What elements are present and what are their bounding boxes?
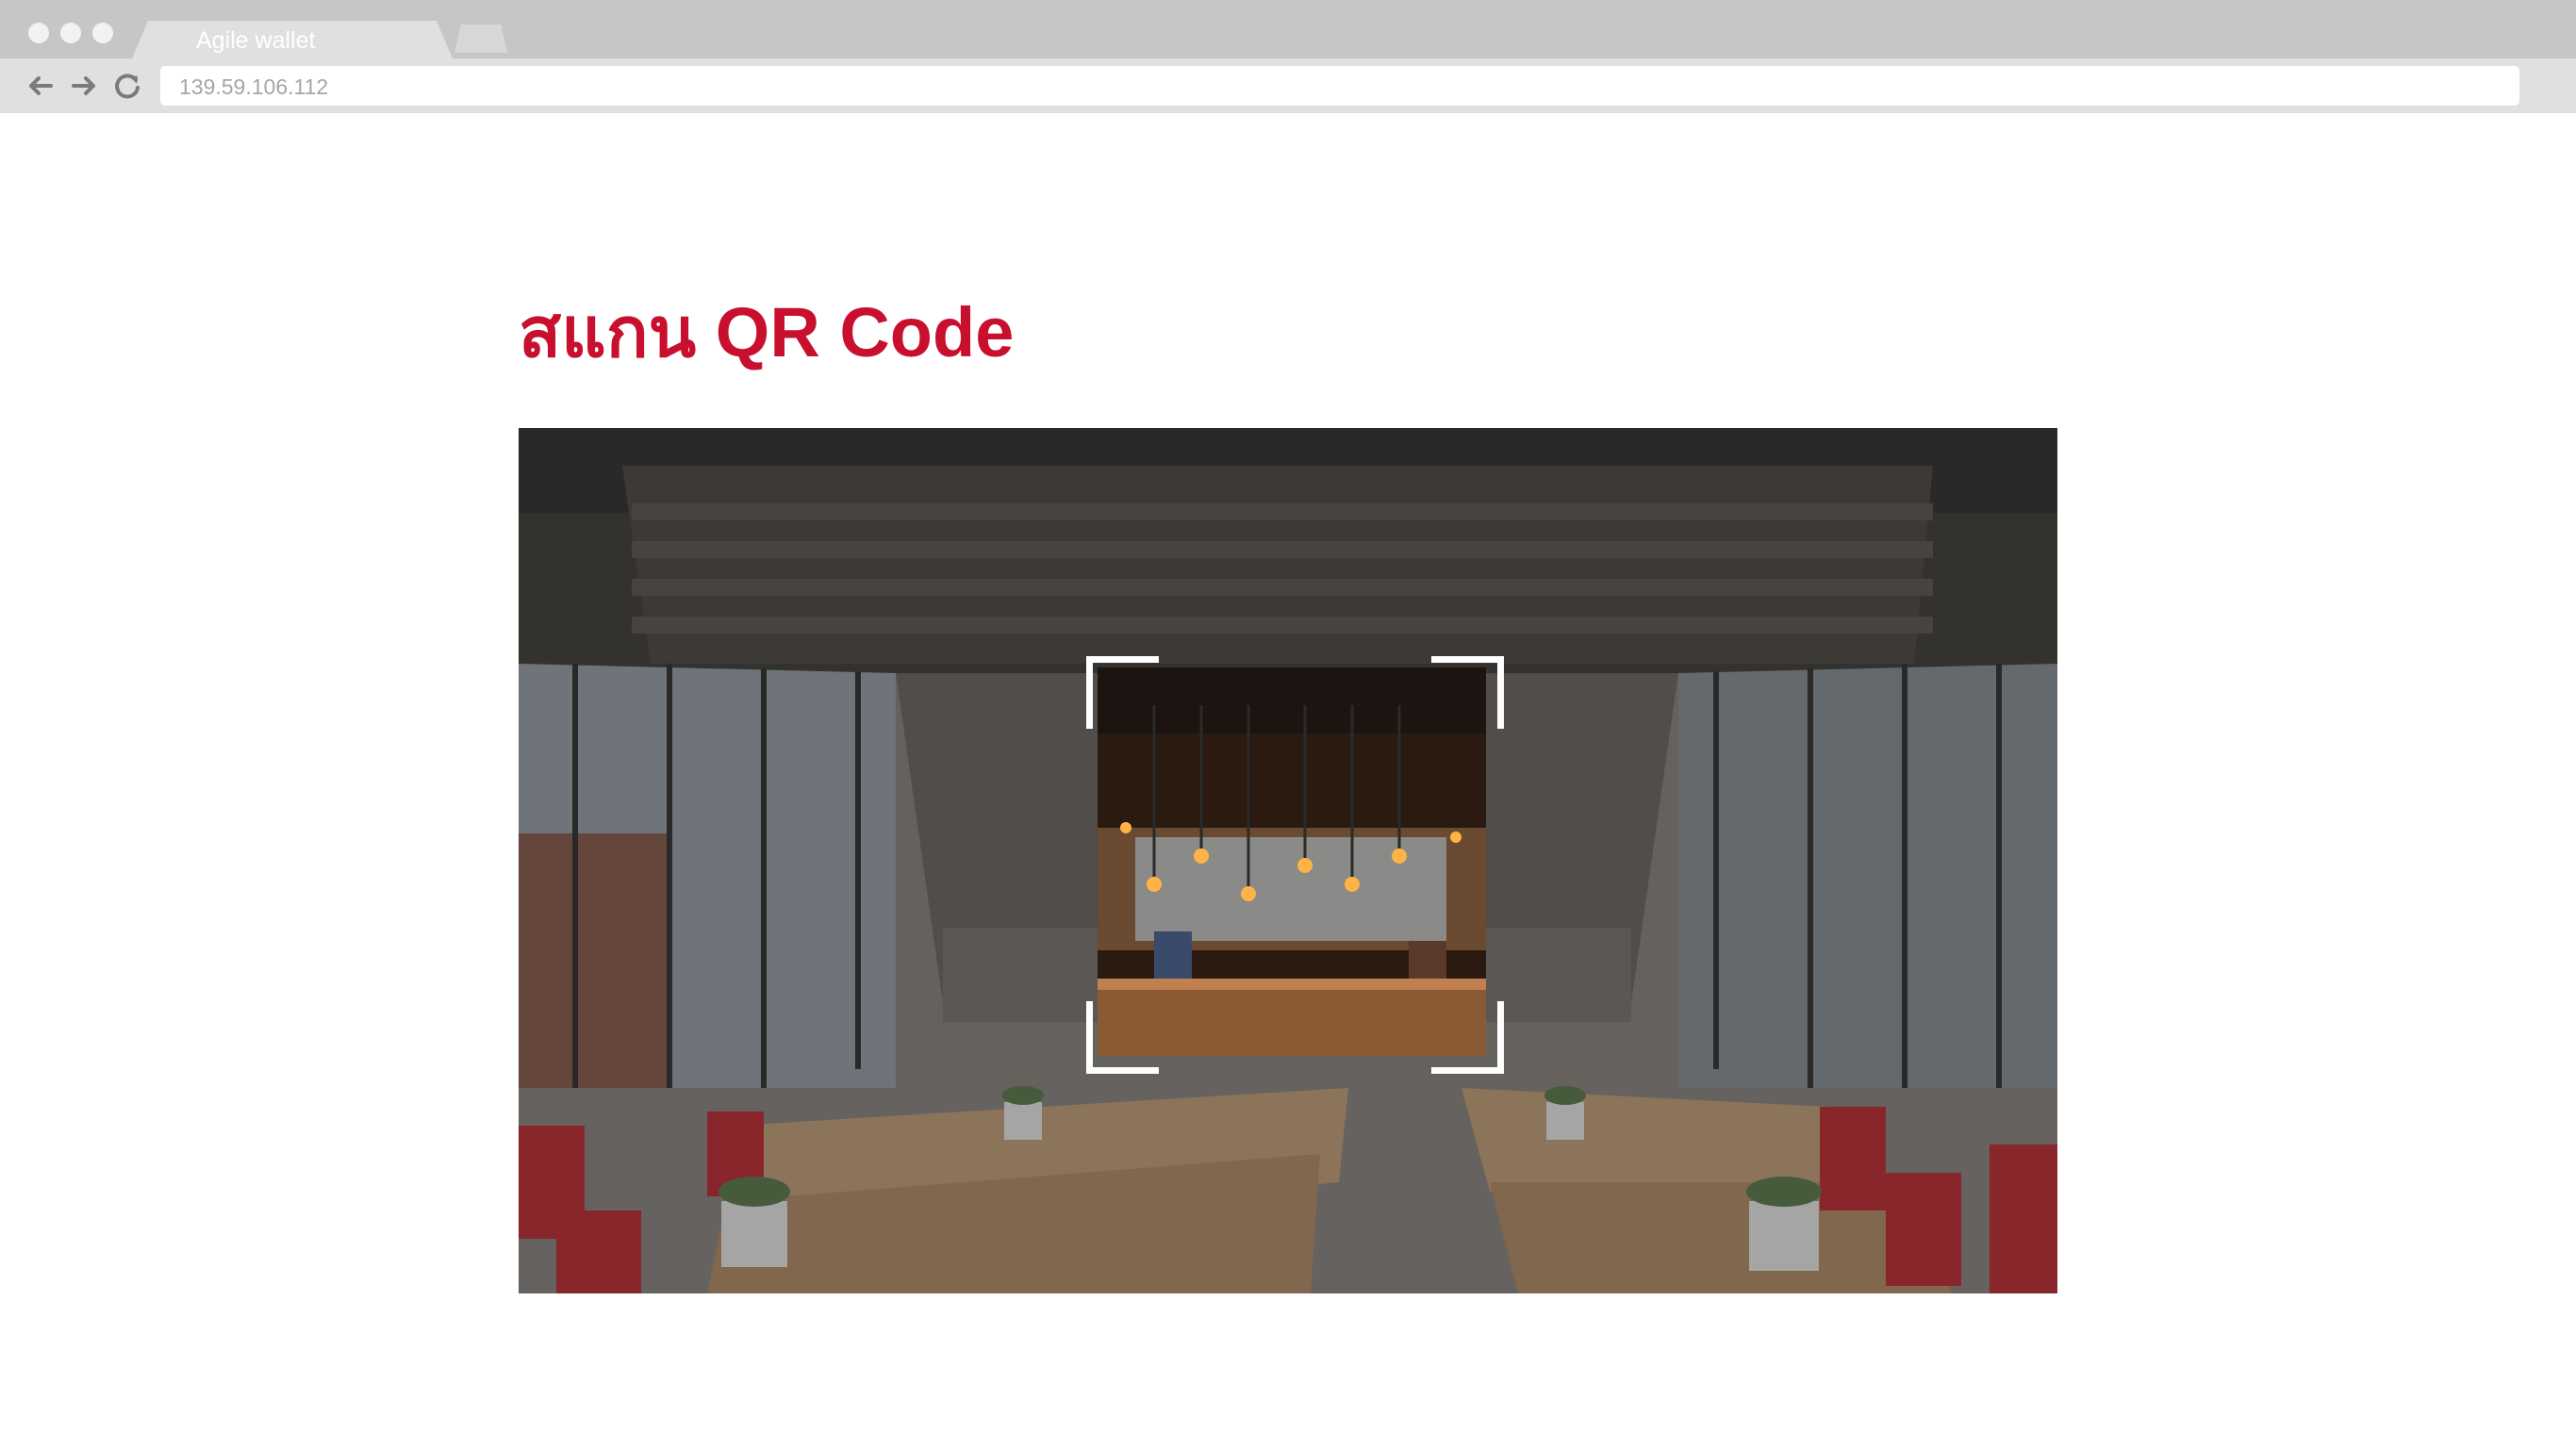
scan-frame-corner-bottom-right bbox=[1431, 1001, 1504, 1074]
arrow-left-icon[interactable] bbox=[25, 70, 57, 102]
arrow-right-icon[interactable] bbox=[68, 70, 100, 102]
window-controls bbox=[28, 23, 113, 43]
reload-icon[interactable] bbox=[111, 70, 143, 102]
browser-tab-title: Agile wallet bbox=[196, 27, 316, 54]
maximize-window-dot[interactable] bbox=[92, 23, 113, 43]
minimize-window-dot[interactable] bbox=[60, 23, 81, 43]
address-text: 139.59.106.112 bbox=[179, 74, 329, 99]
scan-frame-corner-bottom-left bbox=[1086, 1001, 1159, 1074]
scan-frame-corner-top-right bbox=[1431, 656, 1504, 729]
address-bar[interactable]: 139.59.106.112 bbox=[160, 66, 2519, 106]
browser-chrome: Agile wallet 139.59.106.112 bbox=[0, 0, 2576, 113]
scan-frame-corner-top-left bbox=[1086, 656, 1159, 729]
new-tab-button[interactable] bbox=[454, 25, 507, 53]
page-title: สแกน QR Code bbox=[519, 293, 1015, 371]
close-window-dot[interactable] bbox=[28, 23, 49, 43]
camera-viewfinder bbox=[519, 428, 2057, 1293]
